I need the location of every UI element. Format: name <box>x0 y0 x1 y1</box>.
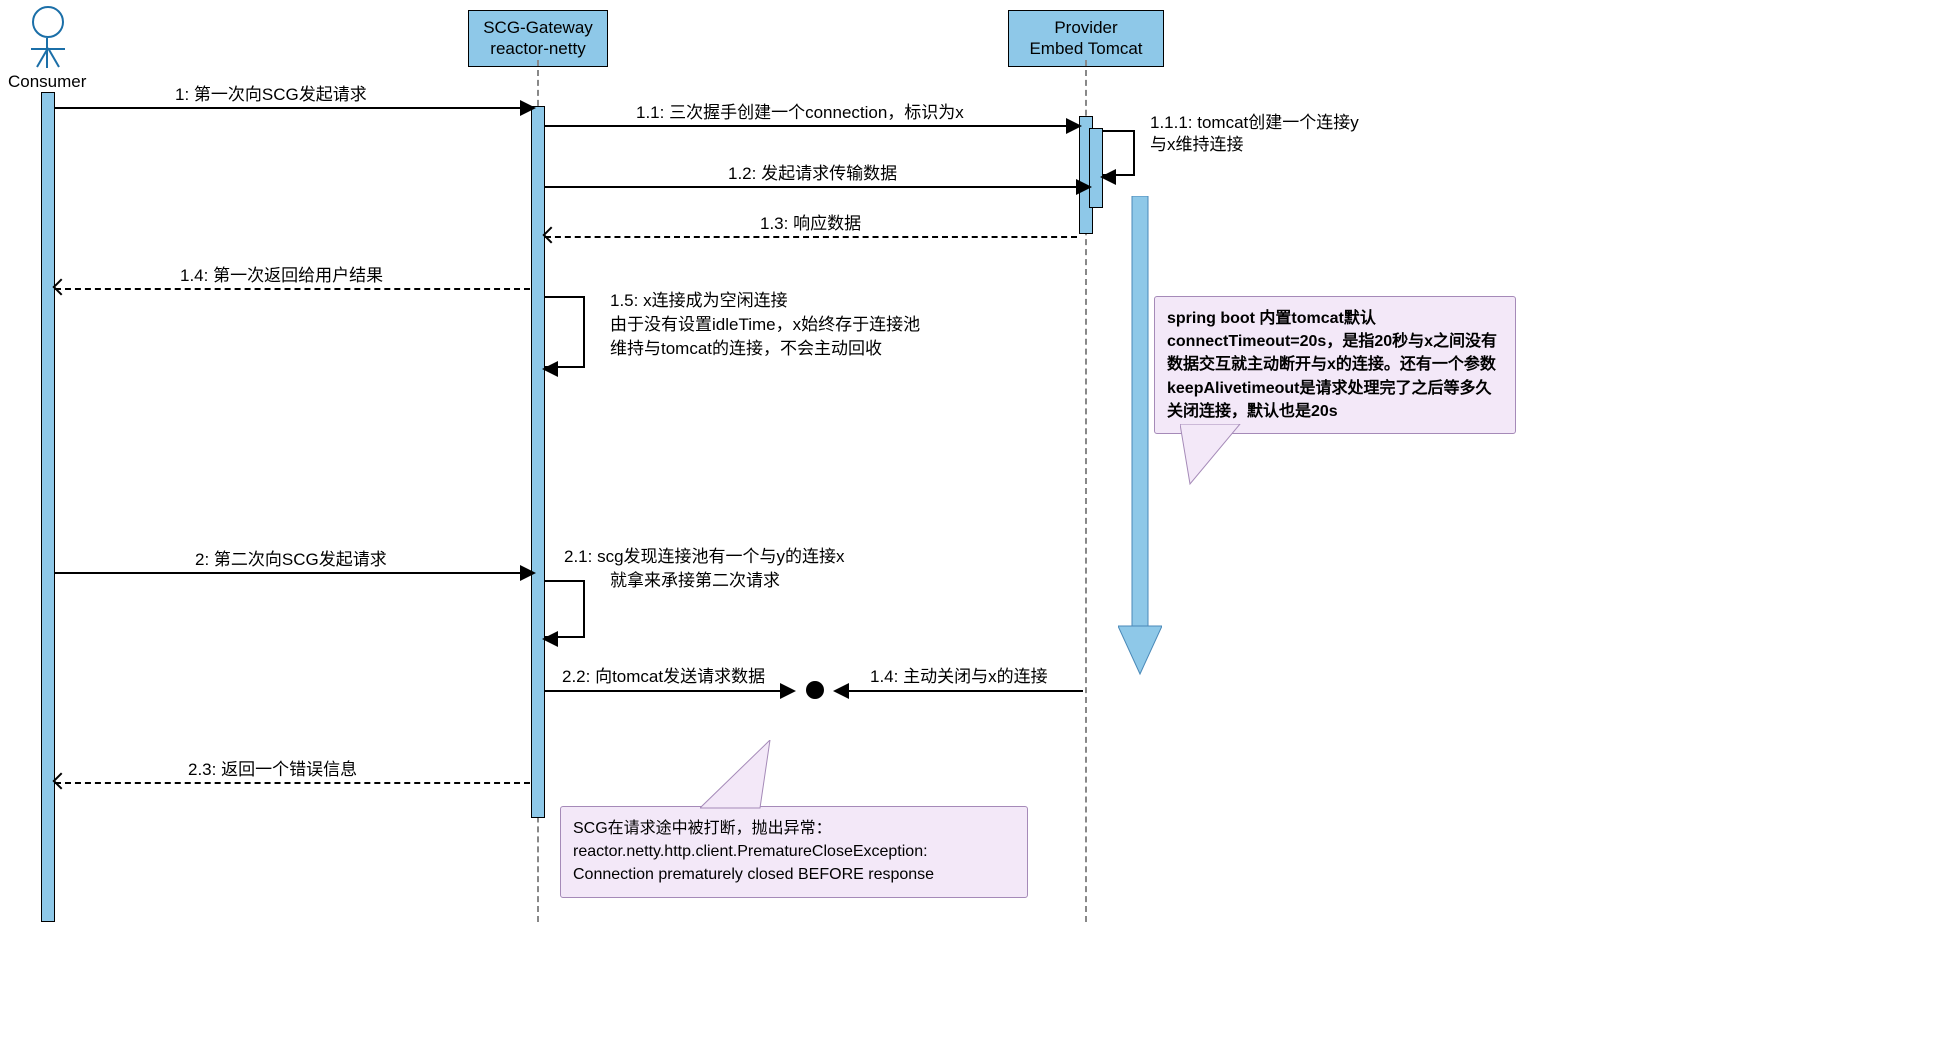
msg-1-2-line <box>545 186 1083 188</box>
arrowhead-open-icon <box>543 227 560 244</box>
msg-2-label: 2: 第二次向SCG发起请求 <box>195 549 387 572</box>
participant-provider: Provider Embed Tomcat <box>1008 10 1164 67</box>
msg-2-line <box>55 572 525 574</box>
arrowhead-open-icon <box>53 279 70 296</box>
participant-gateway-line1: SCG-Gateway <box>481 17 595 38</box>
consumer-label: Consumer <box>8 72 86 92</box>
msg-1-1-line <box>545 125 1073 127</box>
actor-body-icon <box>31 38 65 72</box>
msg-1-5-label-c: 维持与tomcat的连接，不会主动回收 <box>610 338 882 361</box>
arrowhead-icon <box>1100 169 1116 185</box>
arrowhead-icon <box>780 683 796 699</box>
msg-1-5-label-a: 1.5: x连接成为空闲连接 <box>610 290 788 313</box>
msg-1-4-close-label: 1.4: 主动关闭与x的连接 <box>870 666 1048 689</box>
actor-head-icon <box>32 6 64 38</box>
note-scg: SCG在请求途中被打断，抛出异常： reactor.netty.http.cli… <box>560 806 1028 898</box>
arrowhead-icon <box>542 631 558 647</box>
msg-1-line <box>55 107 525 109</box>
arrowhead-icon <box>542 361 558 377</box>
msg-2-1-self <box>545 580 585 638</box>
msg-1-4-label: 1.4: 第一次返回给用户结果 <box>180 265 383 288</box>
msg-2-3-line <box>55 782 530 784</box>
participant-gateway: SCG-Gateway reactor-netty <box>468 10 608 67</box>
msg-2-1-label-a: 2.1: scg发现连接池有一个与y的连接x <box>564 546 845 569</box>
msg-2-2-label: 2.2: 向tomcat发送请求数据 <box>562 666 765 689</box>
msg-1-5-self <box>545 296 585 368</box>
arrowhead-icon <box>1066 118 1082 134</box>
msg-1-2-label: 1.2: 发起请求传输数据 <box>728 163 897 186</box>
msg-1-1-1-label-a: 1.1.1: tomcat创建一个连接y <box>1150 112 1359 135</box>
participant-provider-line2: Embed Tomcat <box>1021 38 1151 59</box>
msg-1-3-label: 1.3: 响应数据 <box>760 213 861 236</box>
note-tail-icon <box>700 740 780 810</box>
msg-1-1-1-label-b: 与x维持连接 <box>1150 134 1244 157</box>
activation-gateway <box>531 106 545 818</box>
timeline-arrow-icon <box>1118 196 1162 676</box>
arrowhead-icon <box>1076 179 1092 195</box>
msg-1-label: 1: 第一次向SCG发起请求 <box>175 84 367 107</box>
collision-dot-icon <box>806 681 824 699</box>
activation-consumer <box>41 92 55 922</box>
msg-2-1-label-b: 就拿来承接第二次请求 <box>610 570 780 593</box>
msg-1-4-line <box>55 288 530 290</box>
msg-1-1-label: 1.1: 三次握手创建一个connection，标识为x <box>636 102 964 125</box>
arrowhead-open-icon <box>53 773 70 790</box>
msg-2-2-line <box>545 690 785 692</box>
arrowhead-icon <box>833 683 849 699</box>
note-tomcat: spring boot 内置tomcat默认connectTimeout=20s… <box>1154 296 1516 434</box>
activation-provider-2 <box>1089 128 1103 208</box>
msg-1-3-line <box>545 236 1077 238</box>
msg-2-3-label: 2.3: 返回一个错误信息 <box>188 759 357 782</box>
note-tail-icon <box>1180 424 1270 494</box>
msg-1-4-close-line <box>847 690 1083 692</box>
msg-1-5-label-b: 由于没有设置idleTime，x始终存于连接池 <box>610 314 920 337</box>
arrowhead-icon <box>520 100 536 116</box>
participant-gateway-line2: reactor-netty <box>481 38 595 59</box>
participant-provider-line1: Provider <box>1021 17 1151 38</box>
arrowhead-icon <box>520 565 536 581</box>
